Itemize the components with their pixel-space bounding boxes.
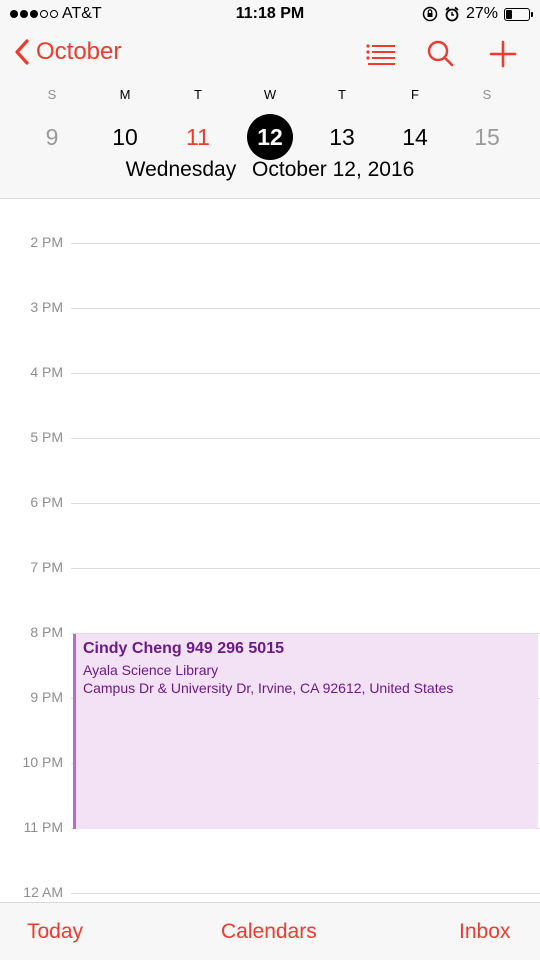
hour-row: 7 PM	[0, 559, 540, 579]
hour-row: 6 PM	[0, 494, 540, 514]
selected-date-title: Wednesday October 12, 2016	[0, 158, 540, 182]
weekday-label: S	[482, 87, 492, 102]
today-button[interactable]: Today	[27, 920, 83, 944]
calendar-header: October S M T W T F S 9 10 11 12 13 14 1…	[0, 28, 540, 199]
battery-percent: 27%	[465, 5, 498, 22]
hour-divider	[71, 243, 540, 244]
event-location: Ayala Science Library	[83, 662, 219, 678]
selected-full-date: October 12, 2016	[252, 158, 415, 181]
weekday-label: M	[119, 87, 131, 102]
hour-row: 12 AM	[0, 884, 540, 902]
hour-label: 11 PM	[23, 819, 63, 835]
hour-divider	[71, 568, 540, 569]
weekday-label: T	[338, 87, 346, 102]
back-label: October	[36, 38, 122, 65]
battery-icon	[504, 7, 533, 21]
hour-label: 3 PM	[30, 299, 63, 315]
calendar-event[interactable]: Cindy Cheng 949 296 5015 Ayala Science L…	[73, 634, 538, 829]
hour-divider	[71, 893, 540, 894]
hour-row: 2 PM	[0, 234, 540, 254]
date-cell-selected[interactable]: 12	[247, 114, 293, 160]
hour-label: 9 PM	[30, 689, 63, 705]
hour-label: 6 PM	[30, 494, 63, 510]
hour-divider	[71, 373, 540, 374]
weekday-label: S	[47, 87, 57, 102]
weekday-label: T	[194, 87, 202, 102]
date-cell[interactable]: 13	[319, 114, 365, 160]
search-icon[interactable]	[426, 38, 456, 70]
battery-level	[506, 9, 512, 19]
hour-divider	[71, 438, 540, 439]
hour-row: 3 PM	[0, 299, 540, 319]
rotation-lock-icon	[422, 6, 438, 22]
hour-divider	[71, 308, 540, 309]
status-bar: AT&T 11:18 PM 27%	[0, 0, 540, 28]
hour-row: 4 PM	[0, 364, 540, 384]
inbox-button[interactable]: Inbox	[459, 920, 510, 944]
date-cell[interactable]: 15	[464, 114, 510, 160]
hour-label: 7 PM	[30, 559, 63, 575]
hour-divider	[71, 503, 540, 504]
date-cell[interactable]: 10	[102, 114, 148, 160]
weekday-label: W	[263, 87, 277, 102]
weekday-labels: S M T W T F S	[0, 87, 540, 103]
hour-label: 12 AM	[23, 884, 63, 900]
event-title: Cindy Cheng 949 296 5015	[83, 640, 284, 657]
hour-row: 5 PM	[0, 429, 540, 449]
back-button[interactable]: October	[14, 38, 121, 66]
hour-label: 8 PM	[30, 624, 63, 640]
weekday-label: F	[411, 87, 419, 102]
event-address: Campus Dr & University Dr, Irvine, CA 92…	[83, 680, 454, 696]
hour-label: 2 PM	[30, 234, 63, 250]
hour-label: 10 PM	[22, 754, 63, 770]
status-right: 27%	[422, 5, 533, 23]
date-cell[interactable]: 9	[29, 114, 75, 160]
selected-weekday: Wednesday	[125, 158, 237, 181]
day-timeline[interactable]: 2 PM 3 PM 4 PM 5 PM 6 PM 7 PM 8 PM 9 PM …	[0, 200, 540, 902]
hour-label: 5 PM	[30, 429, 63, 445]
add-icon[interactable]	[488, 38, 518, 70]
week-strip: 9 10 11 12 13 14 15	[0, 114, 540, 160]
date-cell-today[interactable]: 11	[175, 114, 221, 160]
hour-label: 4 PM	[30, 364, 63, 380]
date-cell[interactable]: 14	[392, 114, 438, 160]
alarm-icon	[445, 6, 459, 22]
list-icon[interactable]	[365, 38, 397, 70]
chevron-left-icon	[15, 39, 29, 65]
bottom-toolbar: Today Calendars Inbox	[0, 902, 540, 960]
calendars-button[interactable]: Calendars	[221, 920, 317, 944]
